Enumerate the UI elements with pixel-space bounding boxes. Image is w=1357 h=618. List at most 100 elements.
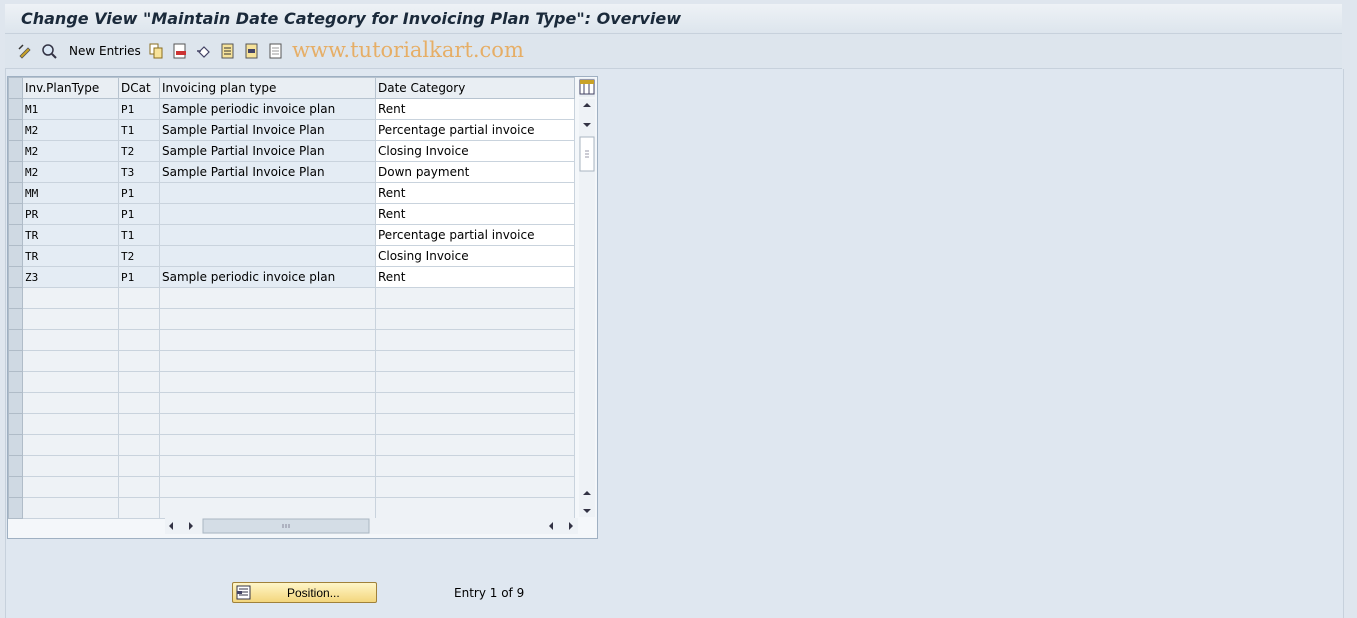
row-selector[interactable] [8,245,23,267]
table-row[interactable]: TR T2 Closing Invoice [8,245,575,267]
cell-invoicing-plan-type: Sample periodic invoice plan [159,266,376,288]
watermark: www.tutorialkart.com [292,38,524,62]
row-selector [8,413,23,435]
empty-cell [375,350,575,372]
empty-cell [375,497,575,519]
empty-cell [118,413,160,435]
empty-cell [159,476,376,498]
empty-table-row [8,413,575,435]
empty-cell [159,413,376,435]
horizontal-scrollbar[interactable] [165,518,578,534]
row-selector [8,371,23,393]
new-entries-button[interactable]: New Entries [69,44,141,58]
empty-cell [118,371,160,393]
row-selector[interactable] [8,266,23,288]
data-table: Inv.PlanType DCat Invoicing plan type Da… [8,77,575,519]
empty-cell [159,371,376,393]
empty-cell [22,371,119,393]
cell-dcat: T1 [118,119,160,141]
cell-date-category[interactable]: Rent [375,182,575,204]
details-icon[interactable] [41,43,57,59]
delete-icon[interactable] [172,43,188,59]
cell-inv-plan-type: Z3 [22,266,119,288]
select-all-cell[interactable] [8,77,23,99]
cell-date-category[interactable]: Closing Invoice [375,140,575,162]
table-row[interactable]: M1 P1 Sample periodic invoice plan Rent [8,98,575,120]
empty-cell [375,392,575,414]
cell-dcat: P1 [118,182,160,204]
position-icon [236,585,251,600]
table-row[interactable]: M2 T1 Sample Partial Invoice Plan Percentag… [8,119,575,141]
row-selector[interactable] [8,119,23,141]
cell-dcat: P1 [118,266,160,288]
column-settings-icon[interactable] [579,78,595,97]
table-row[interactable]: Z3 P1 Sample periodic invoice plan Rent [8,266,575,288]
row-selector[interactable] [8,161,23,183]
cell-inv-plan-type: M1 [22,98,119,120]
row-selector [8,476,23,498]
table-row[interactable]: M2 T2 Sample Partial Invoice Plan Closing I… [8,140,575,162]
empty-table-row [8,455,575,477]
col-header-dcat[interactable]: DCat [118,77,160,99]
col-header-date-category[interactable]: Date Category [375,77,575,99]
cell-date-category[interactable]: Down payment [375,161,575,183]
application-toolbar: New Entries www.tutorialkart.com [5,34,1342,69]
cell-date-category[interactable]: Closing Invoice [375,245,575,267]
cell-date-category[interactable]: Rent [375,266,575,288]
cell-date-category[interactable]: Percentage partial invoice [375,119,575,141]
cell-inv-plan-type: PR [22,203,119,225]
table-row[interactable]: TR T1 Percentage partial invoice [8,224,575,246]
cell-date-category[interactable]: Percentage partial invoice [375,224,575,246]
empty-cell [375,287,575,309]
select-block-icon[interactable] [244,43,260,59]
empty-cell [22,455,119,477]
empty-table-row [8,476,575,498]
empty-cell [159,350,376,372]
select-all-icon[interactable] [220,43,236,59]
row-selector [8,392,23,414]
empty-cell [375,434,575,456]
empty-cell [22,434,119,456]
empty-cell [375,476,575,498]
cell-inv-plan-type: M2 [22,140,119,162]
col-header-invoicing-plan-type[interactable]: Invoicing plan type [159,77,376,99]
table-row[interactable]: PR P1 Rent [8,203,575,225]
table-row[interactable]: MM P1 Rent [8,182,575,204]
row-selector [8,287,23,309]
cell-date-category[interactable]: Rent [375,203,575,225]
cell-invoicing-plan-type [159,203,376,225]
empty-cell [375,329,575,351]
empty-table-row [8,287,575,309]
empty-cell [159,455,376,477]
empty-cell [118,497,160,519]
entry-counter: Entry 1 of 9 [454,586,525,600]
cell-dcat: T2 [118,245,160,267]
cell-dcat: P1 [118,98,160,120]
vertical-scrollbar[interactable] [579,99,595,517]
change-display-icon[interactable] [17,43,33,59]
row-selector [8,455,23,477]
row-selector[interactable] [8,224,23,246]
position-button-label: Position... [287,586,340,600]
table-control: Inv.PlanType DCat Invoicing plan type Da… [7,76,598,539]
cell-date-category[interactable]: Rent [375,98,575,120]
copy-icon[interactable] [148,43,164,59]
col-header-inv-plan-type[interactable]: Inv.PlanType [22,77,119,99]
undo-icon[interactable] [196,43,212,59]
table-row[interactable]: M2 T3 Sample Partial Invoice Plan Down paym… [8,161,575,183]
cell-dcat: P1 [118,203,160,225]
row-selector[interactable] [8,98,23,120]
cell-invoicing-plan-type: Sample periodic invoice plan [159,98,376,120]
empty-cell [118,308,160,330]
empty-cell [159,434,376,456]
row-selector[interactable] [8,203,23,225]
cell-inv-plan-type: M2 [22,119,119,141]
empty-table-row [8,497,575,519]
empty-cell [22,476,119,498]
position-button[interactable]: Position... [232,582,377,603]
deselect-all-icon[interactable] [268,43,284,59]
row-selector[interactable] [8,182,23,204]
row-selector[interactable] [8,140,23,162]
row-selector [8,308,23,330]
cell-inv-plan-type: MM [22,182,119,204]
